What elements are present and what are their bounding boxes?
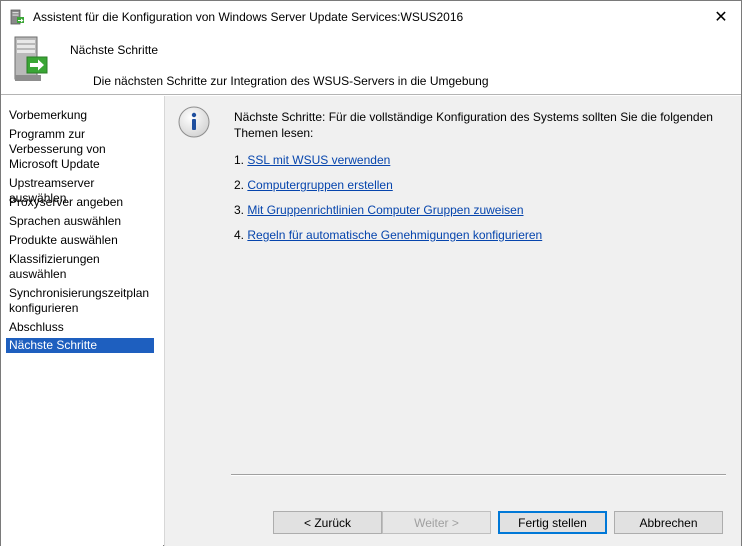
- sidebar-item-abschluss[interactable]: Abschluss: [6, 320, 154, 335]
- title-bar[interactable]: Assistent für die Konfiguration von Wind…: [1, 1, 741, 33]
- page-title: Nächste Schritte: [70, 43, 159, 57]
- server-arrow-icon: [14, 36, 48, 81]
- sidebar-item-programm-verbesserung[interactable]: Programm zur Verbesserung von Microsoft …: [6, 127, 154, 172]
- sidebar-item-vorbemerkung[interactable]: Vorbemerkung: [6, 108, 154, 123]
- page-header: Nächste Schritte Die nächsten Schritte z…: [1, 33, 741, 95]
- back-button[interactable]: < Zurück: [273, 511, 382, 534]
- link-computergruppen[interactable]: Computergruppen erstellen: [247, 178, 392, 192]
- sidebar-item-klassifizierungen[interactable]: Klassifizierungen auswählen: [6, 252, 154, 282]
- link-genehmigungsregeln[interactable]: Regeln für automatische Genehmigungen ko…: [247, 228, 542, 242]
- link-ssl-wsus[interactable]: SSL mit WSUS verwenden: [247, 153, 390, 167]
- close-button[interactable]: ✕: [701, 1, 741, 33]
- wizard-steps-sidebar: Vorbemerkung Programm zur Verbesserung v…: [1, 96, 163, 546]
- link-gruppenrichtlinien[interactable]: Mit Gruppenrichtlinien Computer Gruppen …: [247, 203, 523, 217]
- step-item-4: 4. Regeln für automatische Genehmigungen…: [234, 228, 542, 242]
- intro-text: Nächste Schritte: Für die vollständige K…: [234, 110, 713, 140]
- close-icon: ✕: [714, 9, 728, 26]
- step-number: 4.: [234, 228, 245, 242]
- info-icon: [178, 106, 210, 138]
- wizard-window: Assistent für die Konfiguration von Wind…: [0, 0, 742, 546]
- page-subtitle: Die nächsten Schritte zur Integration de…: [93, 74, 489, 88]
- sidebar-item-sprachen[interactable]: Sprachen auswählen: [6, 214, 154, 229]
- finish-button[interactable]: Fertig stellen: [498, 511, 607, 534]
- cancel-button[interactable]: Abbrechen: [614, 511, 723, 534]
- step-number: 3.: [234, 203, 245, 217]
- sidebar-item-synchronisierungszeitplan[interactable]: Synchronisierungszeitplan konfigurieren: [6, 286, 154, 316]
- sidebar-item-naechste-schritte[interactable]: Nächste Schritte: [6, 338, 154, 353]
- sidebar-item-produkte[interactable]: Produkte auswählen: [6, 233, 154, 248]
- step-item-2: 2. Computergruppen erstellen: [234, 178, 393, 192]
- window-title: Assistent für die Konfiguration von Wind…: [33, 10, 464, 24]
- divider: [231, 474, 726, 476]
- main-content: Nächste Schritte: Für die vollständige K…: [164, 96, 741, 546]
- wsus-server-icon: [10, 9, 24, 25]
- step-item-3: 3. Mit Gruppenrichtlinien Computer Grupp…: [234, 203, 524, 217]
- step-number: 1.: [234, 153, 245, 167]
- sidebar-item-proxyserver[interactable]: Proxyserver angeben: [6, 195, 154, 210]
- step-number: 2.: [234, 178, 245, 192]
- step-item-1: 1. SSL mit WSUS verwenden: [234, 153, 390, 167]
- next-button[interactable]: Weiter >: [382, 511, 491, 534]
